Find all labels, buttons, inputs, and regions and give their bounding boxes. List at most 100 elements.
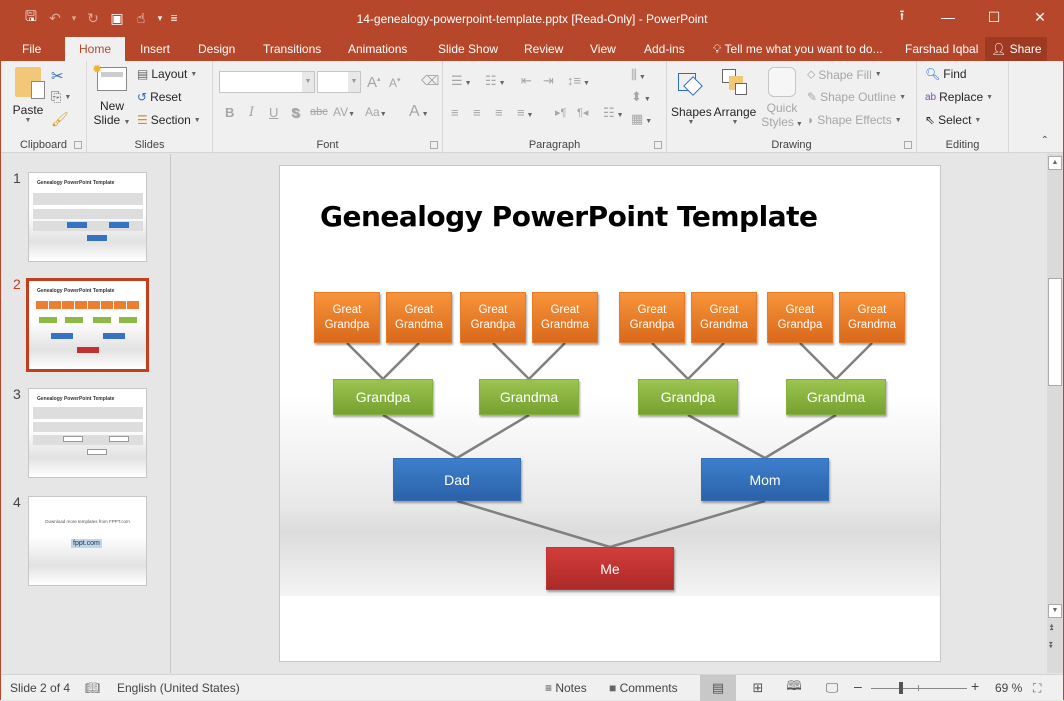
zoom-slider[interactable] (871, 688, 967, 689)
shape-effects-button[interactable]: ◗ Shape Effects ▼ (807, 113, 902, 127)
new-slide-button[interactable]: ✹ New Slide ▼ (92, 62, 131, 127)
zoom-level[interactable]: 69 % (995, 681, 1022, 695)
tab-transitions[interactable]: Transitions (254, 37, 330, 61)
tab-animations[interactable]: Animations (339, 37, 416, 61)
cut-icon[interactable]: ✂ (51, 67, 64, 85)
notes-button[interactable]: ≡ Notes (545, 681, 587, 695)
shape-fill-button[interactable]: ⬦ Shape Fill ▼ (807, 67, 882, 82)
grandparent-box[interactable]: Grandma (786, 379, 886, 415)
tab-home[interactable]: Home (65, 37, 125, 61)
align-center-icon[interactable]: ≡ (473, 105, 481, 120)
align-left-icon[interactable]: ≡ (451, 105, 459, 120)
ltr-icon[interactable]: ▸¶ (555, 106, 566, 119)
italic-icon[interactable]: I (249, 105, 254, 120)
copy-icon[interactable]: ⎘ ▼ (51, 89, 71, 105)
tab-design[interactable]: Design (189, 37, 244, 61)
great-grandparent-box[interactable]: Great Grandpa (767, 292, 833, 343)
great-grandparent-box[interactable]: Great Grandpa (619, 292, 685, 343)
tab-add-ins[interactable]: Add-ins (635, 37, 694, 61)
slide-canvas[interactable]: Genealogy PowerPoint Template Great Grand… (279, 165, 941, 662)
vertical-scrollbar[interactable]: ▲ ▼ ⏫︎ ⏬︎ (1047, 154, 1063, 673)
scroll-down-icon[interactable]: ▼ (1048, 604, 1062, 618)
quick-styles-button[interactable]: Quick Styles ▼ (761, 67, 803, 129)
previous-slide-icon[interactable]: ⏫︎ (1049, 622, 1054, 633)
parent-box[interactable]: Dad (393, 458, 521, 501)
tab-insert[interactable]: Insert (131, 37, 179, 61)
decrease-indent-icon[interactable]: ⇤ (521, 73, 532, 89)
grandparent-box[interactable]: Grandpa (638, 379, 738, 415)
normal-view-icon[interactable]: ▤ (700, 675, 736, 701)
font-size-combobox[interactable]: ▼ (317, 71, 361, 93)
scroll-thumb[interactable] (1048, 278, 1062, 386)
great-grandparent-box[interactable]: Great Grandma (386, 292, 452, 343)
great-grandparent-box[interactable]: Great Grandma (839, 292, 905, 343)
tab-slide-show[interactable]: Slide Show (429, 37, 507, 61)
font-color-icon[interactable]: A ▼ (409, 103, 429, 121)
great-grandparent-box[interactable]: Great Grandma (691, 292, 757, 343)
slide-show-view-icon[interactable]: 🖵︎ (814, 675, 850, 701)
change-case-icon[interactable]: Aa▼ (365, 105, 387, 119)
drawing-launcher-icon[interactable] (904, 141, 912, 149)
increase-indent-icon[interactable]: ⇥ (543, 73, 554, 89)
shrink-font-icon[interactable]: A▾ (389, 76, 401, 90)
fit-slide-icon[interactable]: ⛶ (1033, 681, 1041, 696)
close-icon[interactable]: ✕ (1017, 1, 1063, 33)
slide-thumbnail-3[interactable]: Genealogy PowerPoint Template (28, 388, 147, 478)
select-button[interactable]: ⇖ Select ▼ (925, 113, 981, 127)
bullets-icon[interactable]: ☰ ▼ (451, 73, 472, 89)
arrange-button[interactable]: Arrange ▼ (713, 67, 757, 126)
zoom-out-icon[interactable]: – (854, 678, 862, 694)
maximize-icon[interactable]: ☐ (971, 1, 1017, 33)
justify-icon[interactable]: ≡ ▼ (517, 105, 533, 120)
rtl-icon[interactable]: ¶◂ (577, 106, 588, 119)
layout-button[interactable]: ▤ Layout ▼ (137, 67, 197, 81)
great-grandparent-box[interactable]: Great Grandpa (314, 292, 380, 343)
comments-button[interactable]: ■ Comments (609, 681, 678, 695)
text-shadow-icon[interactable]: S (291, 105, 300, 120)
numbering-icon[interactable]: ☷ ▼ (485, 73, 506, 89)
format-painter-icon[interactable]: 🖌︎ (51, 111, 69, 128)
tab-review[interactable]: Review (515, 37, 572, 61)
slide-thumbnail-2[interactable]: Genealogy PowerPoint Template (26, 278, 149, 372)
scroll-up-icon[interactable]: ▲ (1048, 156, 1062, 170)
clipboard-launcher-icon[interactable] (74, 141, 82, 149)
reading-view-icon[interactable]: 🕮︎ (776, 675, 812, 701)
shapes-button[interactable]: Shapes ▼ (671, 67, 712, 126)
slide-thumbnail-4[interactable]: Download more templates from FPPT.com fp… (28, 496, 147, 586)
paragraph-launcher-icon[interactable] (654, 141, 662, 149)
me-box[interactable]: Me (546, 547, 674, 590)
ribbon-display-options-icon[interactable]: ⭱ (879, 1, 925, 33)
next-slide-icon[interactable]: ⏬︎ (1049, 640, 1054, 651)
tab-view[interactable]: View (581, 37, 625, 61)
reset-button[interactable]: ↺ Reset (137, 90, 181, 104)
grandparent-box[interactable]: Grandpa (333, 379, 433, 415)
language[interactable]: English (United States) (117, 681, 240, 695)
bold-icon[interactable]: B (225, 105, 234, 120)
minimize-icon[interactable]: — (925, 1, 971, 33)
grow-font-icon[interactable]: A▴ (367, 74, 381, 91)
tell-me-search[interactable]: 💡︎ Tell me what you want to do... (713, 37, 883, 61)
align-text-icon[interactable]: ⬍ ▼ (631, 89, 651, 105)
paste-button[interactable]: Paste ▼ (9, 67, 47, 124)
text-direction-icon[interactable]: ⫼ ▼ (631, 67, 646, 83)
find-button[interactable]: 🔍︎ Find (925, 67, 967, 81)
smartart-convert-icon[interactable]: ▦ ▼ (631, 111, 652, 127)
spell-check-icon[interactable]: 📖︎ (85, 681, 100, 695)
font-launcher-icon[interactable] (430, 141, 438, 149)
character-spacing-icon[interactable]: AV▼ (333, 105, 355, 119)
collapse-ribbon-icon[interactable]: ⌃ (1041, 135, 1049, 146)
columns-icon[interactable]: ☷ ▼ (603, 105, 624, 121)
underline-icon[interactable]: U (269, 105, 278, 120)
slide-thumbnail-1[interactable]: Genealogy PowerPoint Template (28, 172, 147, 262)
replace-button[interactable]: ab Replace ▼ (925, 90, 993, 104)
font-name-combobox[interactable]: ▼ (219, 71, 315, 93)
line-spacing-icon[interactable]: ↕≡ ▼ (567, 73, 590, 88)
zoom-in-icon[interactable]: + (971, 678, 979, 694)
great-grandparent-box[interactable]: Great Grandma (532, 292, 598, 343)
great-grandparent-box[interactable]: Great Grandpa (460, 292, 526, 343)
grandparent-box[interactable]: Grandma (479, 379, 579, 415)
align-right-icon[interactable]: ≡ (495, 105, 503, 120)
section-button[interactable]: ☰ Section ▼ (137, 113, 201, 127)
parent-box[interactable]: Mom (701, 458, 829, 501)
tab-file[interactable]: File (13, 37, 50, 61)
